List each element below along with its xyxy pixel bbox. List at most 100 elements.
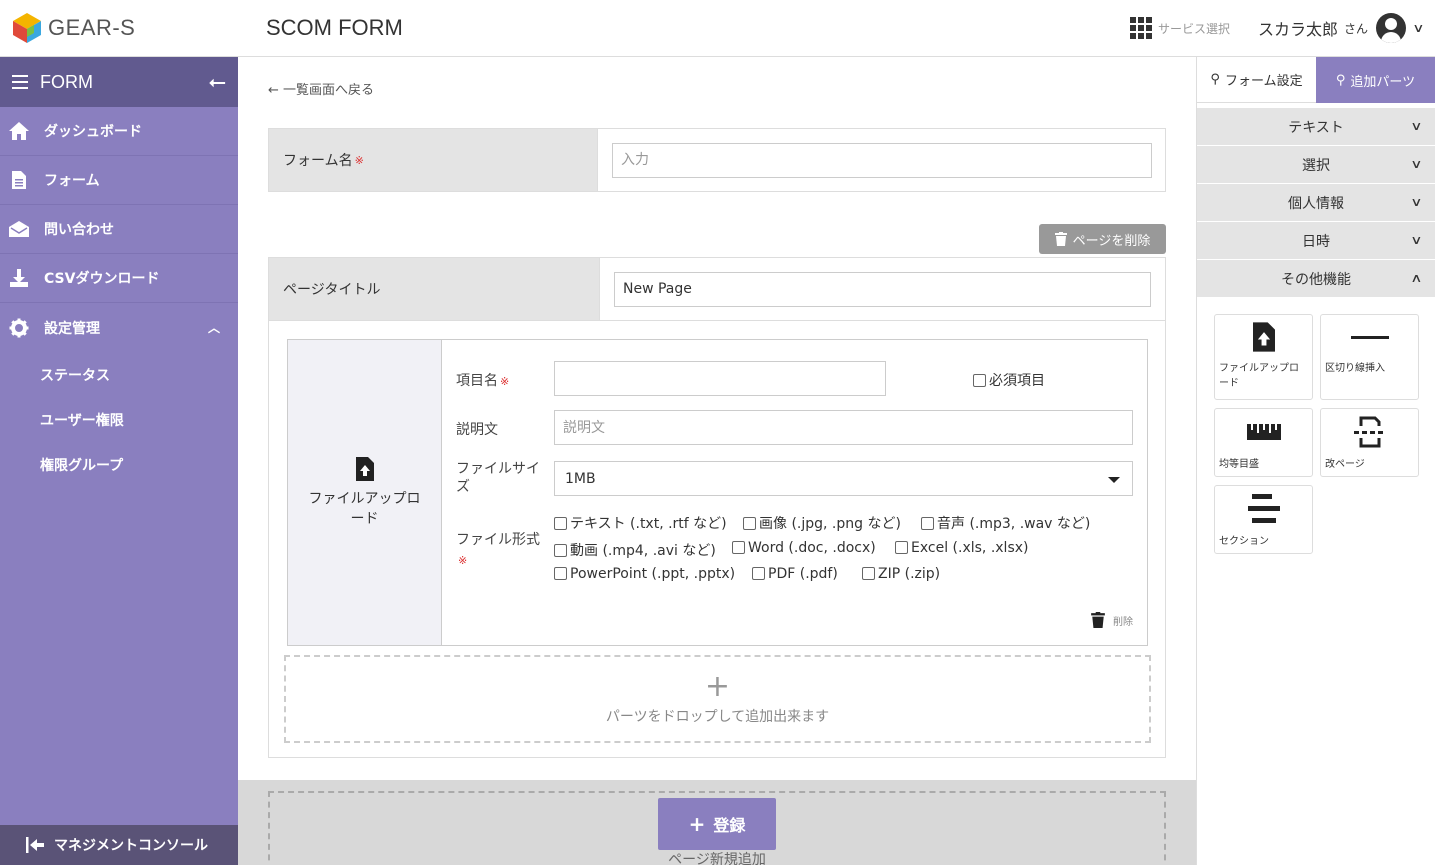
form-name-field-wrap	[598, 129, 1165, 191]
description-input[interactable]	[554, 410, 1133, 445]
format-checkbox-word[interactable]: Word (.doc, .docx)	[732, 540, 876, 556]
collapse-arrow-icon[interactable]: ⭠	[208, 70, 226, 95]
page-break-icon	[1321, 409, 1418, 455]
format-checkbox-excel[interactable]: Excel (.xls, .xlsx)	[895, 540, 1028, 556]
format-checkbox-powerpoint[interactable]: PowerPoint (.ppt, .pptx)	[554, 566, 735, 582]
sidebar: FORM ⭠ ダッシュボード フォーム 問い合わせ CSVダウンロード 設定管理…	[0, 57, 238, 865]
sidebar-item-dashboard[interactable]: ダッシュボード	[0, 107, 238, 156]
sidebar-item-label: ダッシュボード	[44, 124, 142, 140]
format-checkbox-video[interactable]: 動画 (.mp4, .avi など)	[554, 540, 716, 560]
panel-tabs: ⚲ フォーム設定 ⚲ 追加パーツ	[1197, 57, 1435, 103]
item-name-input[interactable]	[554, 361, 886, 396]
accordion-personal-info[interactable]: 個人情報 ∨	[1197, 184, 1435, 222]
format-checkbox-text[interactable]: テキスト (.txt, .rtf など)	[554, 513, 727, 533]
form-name-input[interactable]	[612, 142, 1152, 178]
format-checkbox-audio[interactable]: 音声 (.mp3, .wav など)	[921, 513, 1090, 533]
ruler-icon	[1215, 409, 1312, 455]
user-suffix: さん	[1344, 21, 1369, 36]
parts-drop-zone[interactable]: + パーツをドロップして追加出来ます	[284, 655, 1151, 743]
tile-label: ファイルアップロード	[1215, 359, 1312, 393]
wrench-icon: ⚲	[1210, 72, 1220, 87]
format-checkbox-pdf[interactable]: PDF (.pdf)	[752, 566, 838, 582]
accordion-select[interactable]: 選択 ∨	[1197, 146, 1435, 184]
document-icon	[8, 170, 30, 190]
tile-label: 均等目盛	[1215, 455, 1312, 474]
part-type-label: ファイルアップロード	[308, 490, 421, 527]
trash-icon	[1091, 612, 1105, 628]
accordion-text[interactable]: テキスト ∨	[1197, 108, 1435, 146]
user-name: スカラ太郎	[1258, 20, 1339, 39]
exit-icon	[26, 837, 44, 853]
file-upload-part[interactable]: ファイルアップロード 項目名※ 必須項目 説明文 ファイルサイズ 1MB ファイ…	[287, 339, 1148, 646]
tile-file-upload[interactable]: ファイルアップロード	[1214, 314, 1313, 400]
delete-page-label: ページを削除	[1072, 233, 1151, 249]
required-mark: ※	[354, 153, 364, 167]
management-console-label: マネジメントコンソール	[54, 838, 208, 854]
tile-scale[interactable]: 均等目盛	[1214, 408, 1313, 477]
tile-section[interactable]: セクション	[1214, 485, 1313, 554]
trash-icon	[1054, 232, 1067, 246]
sidebar-item-label: CSVダウンロード	[44, 271, 160, 287]
logo-text: GEAR-S	[48, 15, 136, 40]
description-label: 説明文	[456, 422, 498, 438]
drop-zone-text: パーツをドロップして追加出来ます	[605, 709, 830, 725]
plus-icon: +	[688, 812, 706, 836]
delete-part-button[interactable]: 削除	[1091, 612, 1133, 628]
sidebar-subitem-status[interactable]: ステータス	[0, 352, 238, 397]
required-item-checkbox[interactable]: 必須項目	[973, 370, 1045, 390]
home-icon	[8, 121, 30, 141]
tile-divider[interactable]: 区切り線挿入	[1320, 314, 1419, 400]
checkbox-box[interactable]	[973, 374, 986, 387]
sidebar-subitem-user-permission[interactable]: ユーザー権限	[0, 397, 238, 442]
chevron-down-icon: ∨	[1410, 157, 1423, 171]
file-upload-icon	[355, 456, 374, 481]
tile-page-break[interactable]: 改ページ	[1320, 408, 1419, 477]
service-select-button[interactable]: サービス選択	[1130, 17, 1230, 39]
tile-label: セクション	[1215, 532, 1312, 551]
accordion-datetime[interactable]: 日時 ∨	[1197, 222, 1435, 260]
tab-form-settings[interactable]: ⚲ フォーム設定	[1197, 57, 1316, 103]
logo[interactable]: GEAR-S	[12, 12, 135, 44]
chevron-down-icon: ∨	[1410, 233, 1423, 247]
format-checkbox-image[interactable]: 画像 (.jpg, .png など)	[743, 513, 901, 533]
delete-part-label: 削除	[1113, 616, 1133, 628]
file-size-label: ファイルサイズ	[456, 461, 540, 495]
management-console-link[interactable]: マネジメントコンソール	[0, 825, 238, 865]
sidebar-subitem-permission-group[interactable]: 権限グループ	[0, 442, 238, 487]
tab-additional-parts[interactable]: ⚲ 追加パーツ	[1316, 57, 1435, 103]
sidebar-title: FORM	[40, 71, 93, 92]
sidebar-item-settings[interactable]: 設定管理 ︿	[0, 303, 238, 352]
horizontal-line-icon	[1321, 315, 1418, 359]
sidebar-item-csv-download[interactable]: CSVダウンロード	[0, 254, 238, 303]
logo-cube-icon	[13, 13, 41, 43]
file-size-value: 1MB	[565, 470, 596, 487]
format-checkbox-zip[interactable]: ZIP (.zip)	[862, 566, 940, 582]
new-page-text: ページ新規追加	[668, 852, 766, 865]
sidebar-item-inquiry[interactable]: 問い合わせ	[0, 205, 238, 254]
menu-icon[interactable]	[12, 75, 28, 89]
wrench-icon: ⚲	[1335, 72, 1346, 88]
main-content: ← 一覧画面へ戻る フォーム名※ ページを削除 ページタイトル ファイルアップロ…	[238, 57, 1196, 865]
part-type-panel: ファイルアップロード	[288, 340, 442, 645]
chevron-down-icon: ∨	[1410, 119, 1423, 133]
back-to-list-link[interactable]: ← 一覧画面へ戻る	[268, 79, 374, 98]
sidebar-item-label: 設定管理	[44, 320, 100, 337]
footer-band: ページ新規追加 + 登録	[238, 780, 1196, 865]
page-title-row: ページタイトル	[268, 257, 1166, 321]
submit-button[interactable]: + 登録	[658, 798, 776, 850]
user-menu[interactable]: スカラ太郎 さん ∨	[1258, 13, 1425, 43]
page-container: ページタイトル ファイルアップロード 項目名※ 必須項目 説明文 ファイルサイズ…	[268, 257, 1166, 758]
sidebar-item-form[interactable]: フォーム	[0, 156, 238, 205]
delete-page-button[interactable]: ページを削除	[1039, 224, 1166, 254]
submit-label: 登録	[713, 816, 746, 835]
file-size-select[interactable]: 1MB	[554, 461, 1133, 496]
sidebar-item-label: フォーム	[44, 173, 100, 189]
tile-label: 区切り線挿入	[1321, 359, 1418, 378]
plus-icon: +	[704, 669, 731, 704]
accordion-other-features[interactable]: その他機能 ∧	[1197, 260, 1435, 298]
caret-down-icon	[1108, 477, 1120, 483]
page-title-input[interactable]	[614, 271, 1151, 307]
chevron-down-icon: ∨	[1410, 195, 1423, 209]
gear-icon	[8, 318, 30, 338]
envelope-icon	[8, 219, 30, 239]
